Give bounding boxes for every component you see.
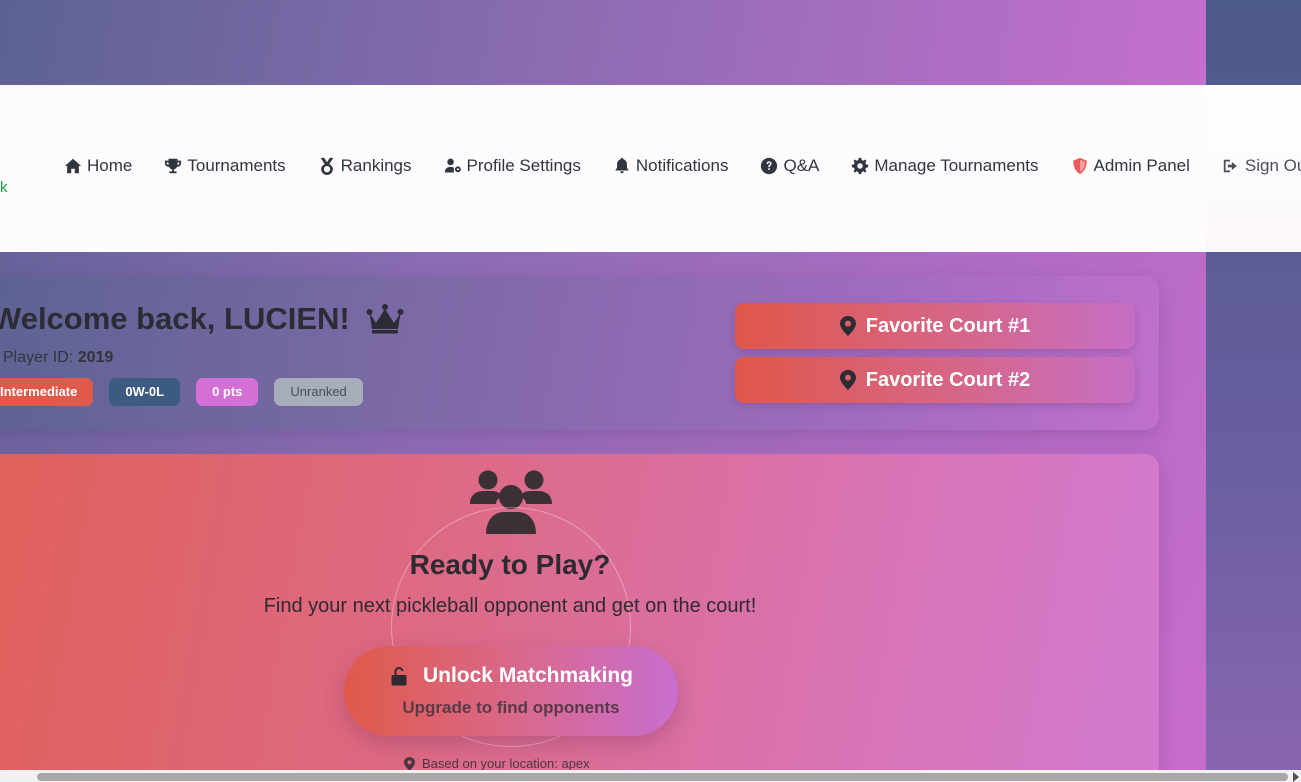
unlock-matchmaking-button[interactable]: Unlock Matchmaking Upgrade to find oppon… <box>344 646 678 736</box>
location-text: Based on your location: apex <box>422 756 590 771</box>
nav-tournaments[interactable]: Tournaments <box>164 156 286 176</box>
rank-badge: Unranked <box>274 378 363 406</box>
nav-notifications[interactable]: Notifications <box>613 156 729 176</box>
ready-to-play-title: Ready to Play? <box>409 549 611 580</box>
record-badge: 0W-0L <box>109 378 181 406</box>
player-id-label: Player ID: <box>3 349 74 366</box>
ready-to-play-subtitle: Find your next pickleball opponent and g… <box>263 595 757 617</box>
nav-sign-out-label: Sign Out <box>1244 156 1301 175</box>
welcome-card <box>0 276 1159 430</box>
unlock-matchmaking-label: Unlock Matchmaking <box>422 664 634 687</box>
skill-level-badge: Intermediate <box>0 378 94 406</box>
trophy-icon <box>165 158 182 174</box>
favorite-court-1-button[interactable]: Favorite Court #1 <box>735 303 1135 349</box>
welcome-heading: Welcome back, LUCIEN! <box>0 301 404 337</box>
nav-brand-fragment[interactable]: k <box>0 180 8 195</box>
player-id-value: 2019 <box>77 349 114 366</box>
unlock-matchmaking-sublabel: Upgrade to find opponents <box>402 698 620 717</box>
horizontal-scrollbar[interactable] <box>0 770 1301 782</box>
welcome-title: Welcome back, LUCIEN! <box>0 301 350 336</box>
scrollbar-thumb[interactable] <box>37 773 1288 781</box>
nav-sign-out[interactable]: Sign Out <box>1222 156 1301 176</box>
nav-manage-tournaments-label: Manage Tournaments <box>874 156 1039 175</box>
question-circle-icon <box>761 157 778 175</box>
player-badges: Intermediate 0W-0L 0 pts Unranked <box>0 378 363 406</box>
points-badge: 0 pts <box>196 378 259 406</box>
favorite-court-2-button[interactable]: Favorite Court #2 <box>735 357 1135 403</box>
nav-qa[interactable]: Q&A <box>760 156 819 176</box>
nav-rankings[interactable]: Rankings <box>318 156 412 176</box>
nav-manage-tournaments[interactable]: Manage Tournaments <box>851 156 1039 176</box>
favorite-court-1-label: Favorite Court #1 <box>865 314 1031 337</box>
nav-notifications-label: Notifications <box>635 156 729 175</box>
header-banner <box>0 0 1206 85</box>
nav-admin-panel[interactable]: Admin Panel <box>1071 156 1190 176</box>
user-gear-icon <box>444 158 461 173</box>
sign-out-icon <box>1223 159 1237 173</box>
crown-icon <box>366 304 404 334</box>
nav-tournaments-label: Tournaments <box>187 156 286 175</box>
nav-admin-panel-label: Admin Panel <box>1093 156 1190 175</box>
nav-home-label: Home <box>87 156 133 175</box>
bell-icon <box>615 157 629 174</box>
nav-rankings-label: Rankings <box>340 156 412 175</box>
shield-icon <box>1072 157 1087 175</box>
favorite-court-2-label: Favorite Court #2 <box>865 368 1031 391</box>
home-icon <box>64 158 82 174</box>
nav-menu: Home Tournaments Rankings Profile Settin… <box>64 156 1301 176</box>
player-id-line: Player ID: 2019 <box>3 349 113 367</box>
location-note: Based on your location: apex <box>404 756 590 771</box>
medal-icon <box>320 157 333 175</box>
nav-profile-settings[interactable]: Profile Settings <box>444 156 581 176</box>
scroll-right-arrow-icon[interactable] <box>1293 772 1299 782</box>
cog-icon <box>852 157 869 175</box>
nav-home[interactable]: Home <box>64 156 132 176</box>
nav-qa-label: Q&A <box>783 156 820 175</box>
nav-profile-settings-label: Profile Settings <box>466 156 581 175</box>
map-pin-icon <box>839 370 856 390</box>
unlock-icon <box>391 667 407 686</box>
map-pin-icon <box>839 316 856 336</box>
map-pin-icon <box>404 756 415 771</box>
unlock-matchmaking-main: Unlock Matchmaking <box>344 664 678 688</box>
